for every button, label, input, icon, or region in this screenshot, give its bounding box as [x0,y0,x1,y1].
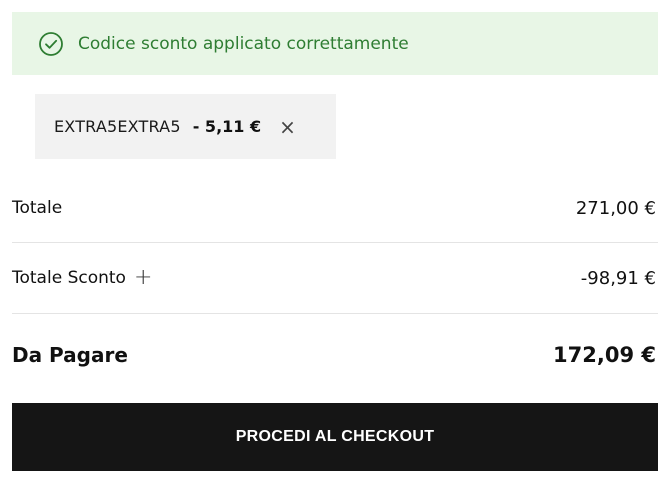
divider [12,242,658,243]
amount-due-row: Da Pagare 172,09 € [12,334,658,376]
discount-label: Totale Sconto [12,268,126,288]
discount-row: Totale Sconto + -98,91 € [12,258,658,298]
applied-coupon-chip: EXTRA5EXTRA5 - 5,11 € × [35,94,336,159]
amount-due-label: Da Pagare [12,343,128,367]
divider [12,313,658,314]
total-row: Totale 271,00 € [12,188,658,228]
discount-label-wrap: Totale Sconto + [12,267,152,289]
discount-value: -98,91 € [580,267,656,289]
expand-discount-plus-icon[interactable]: + [134,267,152,289]
coupon-amount: - 5,11 € [192,117,262,136]
coupon-code: EXTRA5EXTRA5 [54,117,181,136]
success-alert: Codice sconto applicato correttamente [12,12,658,75]
alert-message: Codice sconto applicato correttamente [78,33,409,54]
remove-coupon-button close-icon[interactable]: × [279,117,296,137]
amount-due-value: 172,09 € [553,343,656,367]
check-circle-icon [38,31,64,57]
checkout-button[interactable]: PROCEDI AL CHECKOUT [12,403,658,471]
total-value: 271,00 € [575,197,656,219]
total-label: Totale [12,198,63,218]
